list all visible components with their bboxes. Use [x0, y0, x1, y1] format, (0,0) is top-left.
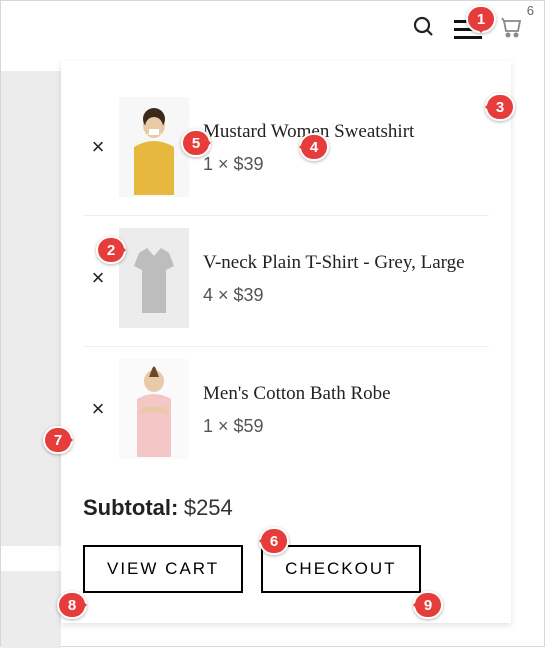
top-bar: 6 — [1, 1, 544, 57]
remove-item-button[interactable]: × — [83, 265, 113, 291]
product-title[interactable]: V-neck Plain T-Shirt - Grey, Large — [203, 250, 489, 276]
background-strip — [1, 571, 61, 648]
annotation-marker: 8 — [57, 591, 87, 619]
cart-item: × Men's Cotton Bath Robe 1 × $59 — [83, 347, 489, 477]
subtotal-row: Subtotal: $254 — [83, 477, 489, 531]
cart-icon[interactable]: 6 — [500, 15, 524, 44]
cart-item: × V-neck Plain T-Shirt - Grey, Large 4 ×… — [83, 216, 489, 347]
product-thumbnail[interactable] — [119, 228, 189, 328]
cart-item-info: Mustard Women Sweatshirt 1 × $39 — [203, 119, 489, 176]
search-icon[interactable] — [412, 15, 436, 44]
remove-item-button[interactable]: × — [83, 396, 113, 422]
product-title[interactable]: Mustard Women Sweatshirt — [203, 119, 489, 145]
annotation-marker: 4 — [299, 133, 329, 161]
cart-item: × Mustard Women Sweatshirt 1 × $39 — [83, 85, 489, 216]
subtotal-value: $254 — [184, 495, 233, 520]
remove-item-button[interactable]: × — [83, 134, 113, 160]
annotation-marker: 5 — [181, 129, 211, 157]
annotation-marker: 2 — [96, 236, 126, 264]
background-strip — [1, 71, 61, 546]
cart-item-info: V-neck Plain T-Shirt - Grey, Large 4 × $… — [203, 250, 489, 307]
annotation-marker: 9 — [413, 591, 443, 619]
product-qty-price: 1 × $59 — [203, 416, 489, 437]
cart-count-badge: 6 — [527, 3, 534, 18]
product-qty-price: 4 × $39 — [203, 285, 489, 306]
subtotal-label: Subtotal: — [83, 495, 178, 520]
cart-item-info: Men's Cotton Bath Robe 1 × $59 — [203, 381, 489, 438]
product-thumbnail[interactable] — [119, 97, 189, 197]
view-cart-button[interactable]: VIEW CART — [83, 545, 243, 593]
annotation-marker: 6 — [259, 527, 289, 555]
cart-buttons: VIEW CART CHECKOUT — [83, 545, 489, 593]
annotation-marker: 1 — [466, 5, 496, 33]
product-title[interactable]: Men's Cotton Bath Robe — [203, 381, 489, 407]
product-thumbnail[interactable] — [119, 359, 189, 459]
annotation-marker: 3 — [485, 93, 515, 121]
product-qty-price: 1 × $39 — [203, 154, 489, 175]
checkout-button[interactable]: CHECKOUT — [261, 545, 420, 593]
annotation-marker: 7 — [43, 426, 73, 454]
